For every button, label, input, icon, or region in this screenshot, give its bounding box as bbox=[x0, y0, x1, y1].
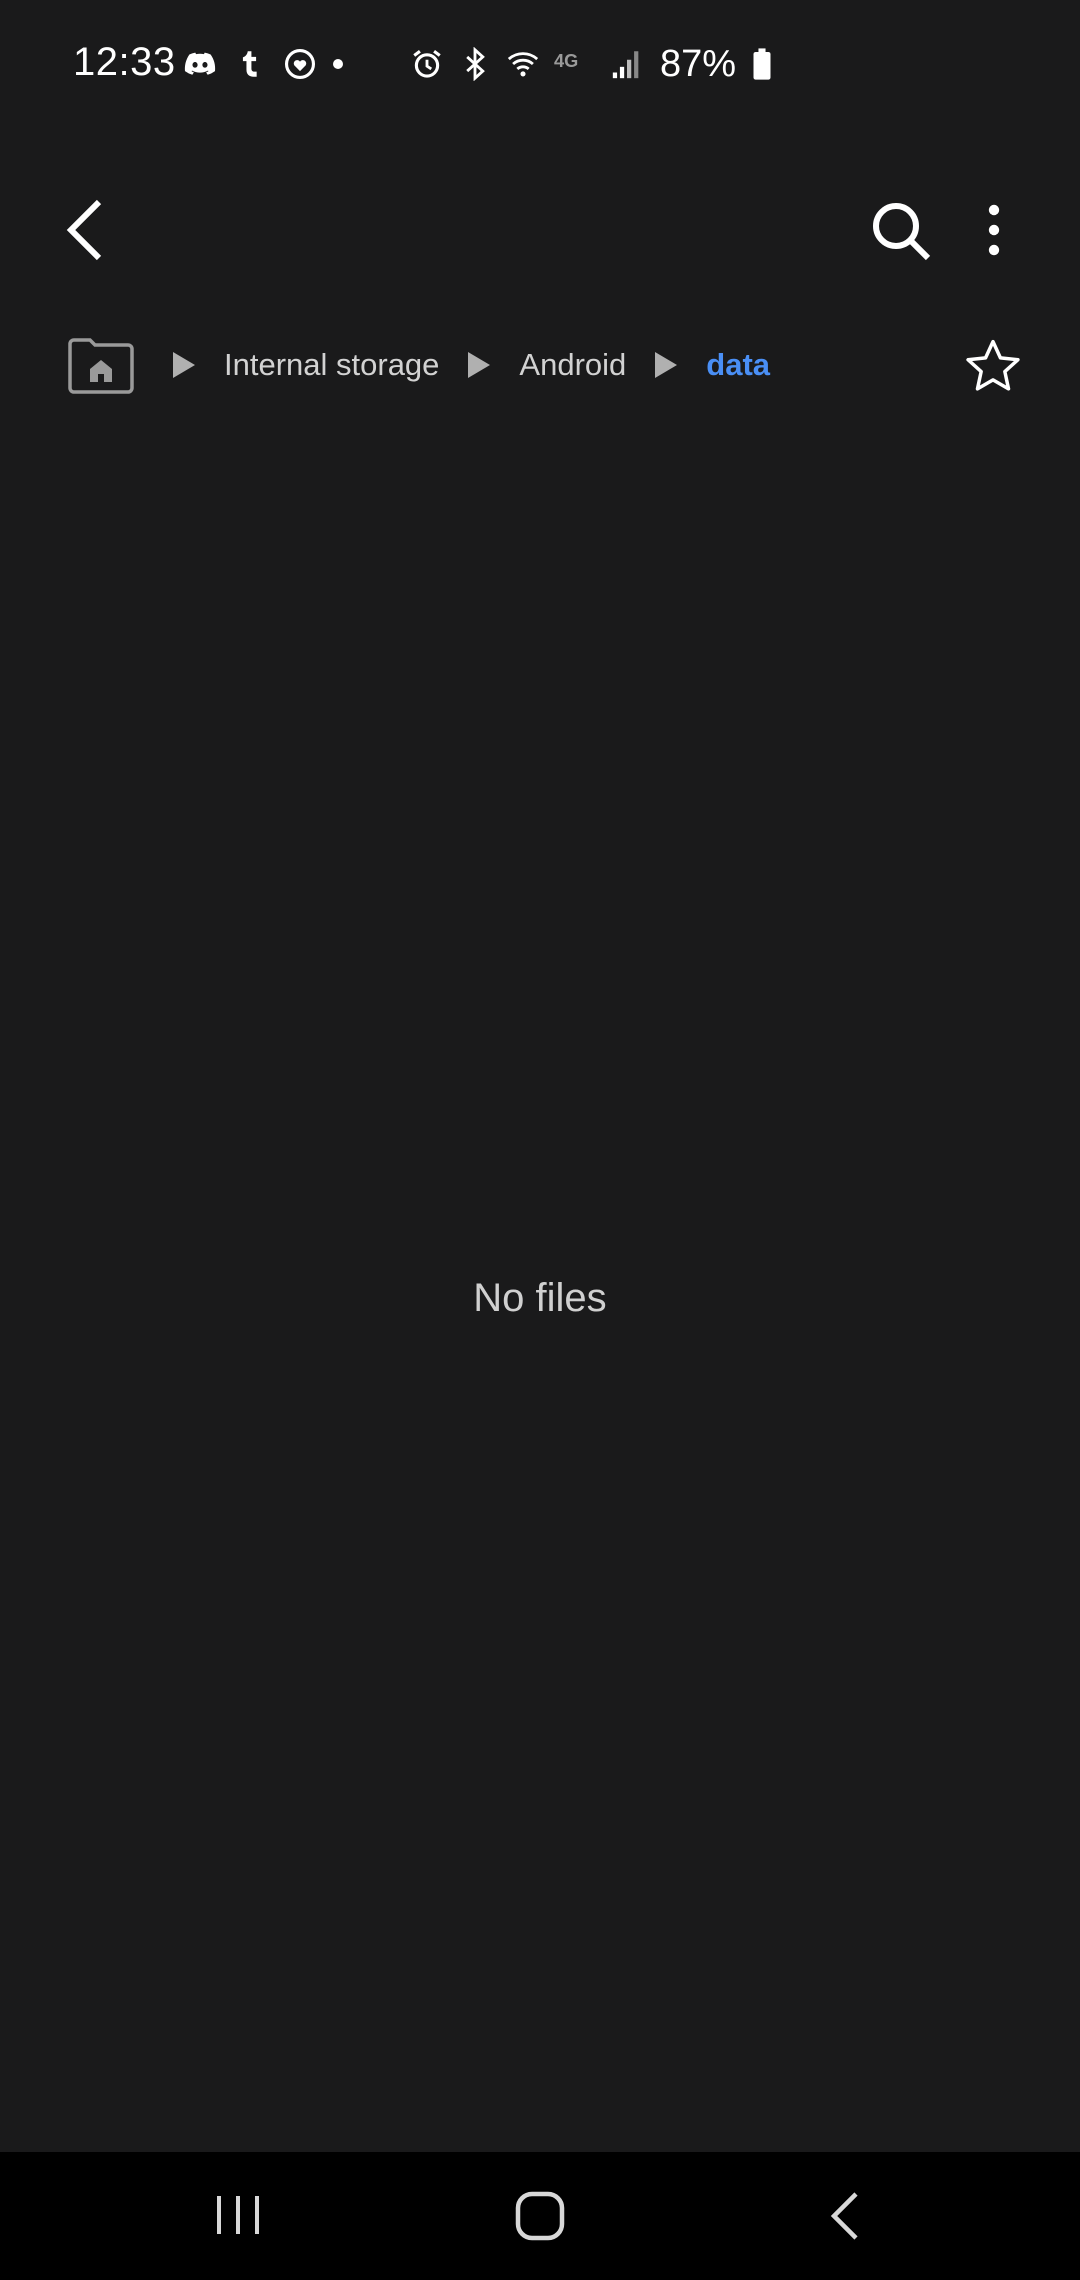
notification-dot bbox=[333, 59, 343, 69]
chevron-left-icon bbox=[66, 199, 102, 261]
app-bar bbox=[0, 180, 1080, 280]
recents-button[interactable] bbox=[210, 2190, 266, 2240]
recents-icon bbox=[217, 2196, 259, 2234]
navigation-bar bbox=[0, 2152, 1080, 2280]
signal-icon bbox=[610, 47, 644, 81]
battery-icon bbox=[750, 47, 774, 81]
breadcrumb-android[interactable]: Android bbox=[519, 347, 626, 383]
svg-text:4G: 4G bbox=[554, 51, 578, 71]
breadcrumb-path: Internal storage Android data bbox=[170, 320, 796, 410]
breadcrumb-arrow-icon bbox=[652, 350, 680, 380]
bluetooth-icon bbox=[458, 47, 492, 81]
back-icon bbox=[830, 2192, 858, 2240]
star-outline-icon bbox=[966, 339, 1020, 391]
breadcrumb-internal-storage[interactable]: Internal storage bbox=[224, 347, 439, 383]
heart-app-icon bbox=[283, 47, 317, 81]
empty-state-message: No files bbox=[473, 1276, 607, 1320]
4g-icon: 4G bbox=[554, 47, 596, 81]
status-time: 12:33 bbox=[73, 40, 176, 84]
home-folder-button[interactable] bbox=[66, 336, 136, 396]
breadcrumb-arrow-icon bbox=[465, 350, 493, 380]
status-bar: 12:33 4G 87% bbox=[0, 0, 1080, 130]
search-icon bbox=[873, 203, 931, 261]
status-notification-icons bbox=[183, 44, 343, 84]
discord-icon bbox=[183, 47, 217, 81]
breadcrumb-arrow-icon bbox=[170, 350, 198, 380]
search-button[interactable] bbox=[868, 198, 932, 262]
tumblr-icon bbox=[233, 47, 267, 81]
home-button[interactable] bbox=[512, 2188, 568, 2244]
alarm-icon bbox=[410, 47, 444, 81]
home-icon bbox=[515, 2191, 565, 2241]
battery-percent: 87% bbox=[660, 42, 737, 85]
breadcrumb: Internal storage Android data bbox=[0, 320, 1080, 410]
favorite-button[interactable] bbox=[964, 338, 1022, 394]
more-options-button[interactable] bbox=[966, 198, 1022, 262]
breadcrumb-data-current[interactable]: data bbox=[706, 347, 770, 383]
back-button[interactable] bbox=[55, 198, 115, 262]
system-back-button[interactable] bbox=[822, 2188, 868, 2244]
file-browser-screen: 12:33 4G 87% Internal storage Android da… bbox=[0, 0, 1080, 2280]
status-system-icons: 4G 87% bbox=[410, 42, 774, 85]
home-folder-icon bbox=[68, 338, 134, 394]
more-vertical-icon bbox=[988, 204, 1000, 256]
wifi-icon bbox=[506, 47, 540, 81]
